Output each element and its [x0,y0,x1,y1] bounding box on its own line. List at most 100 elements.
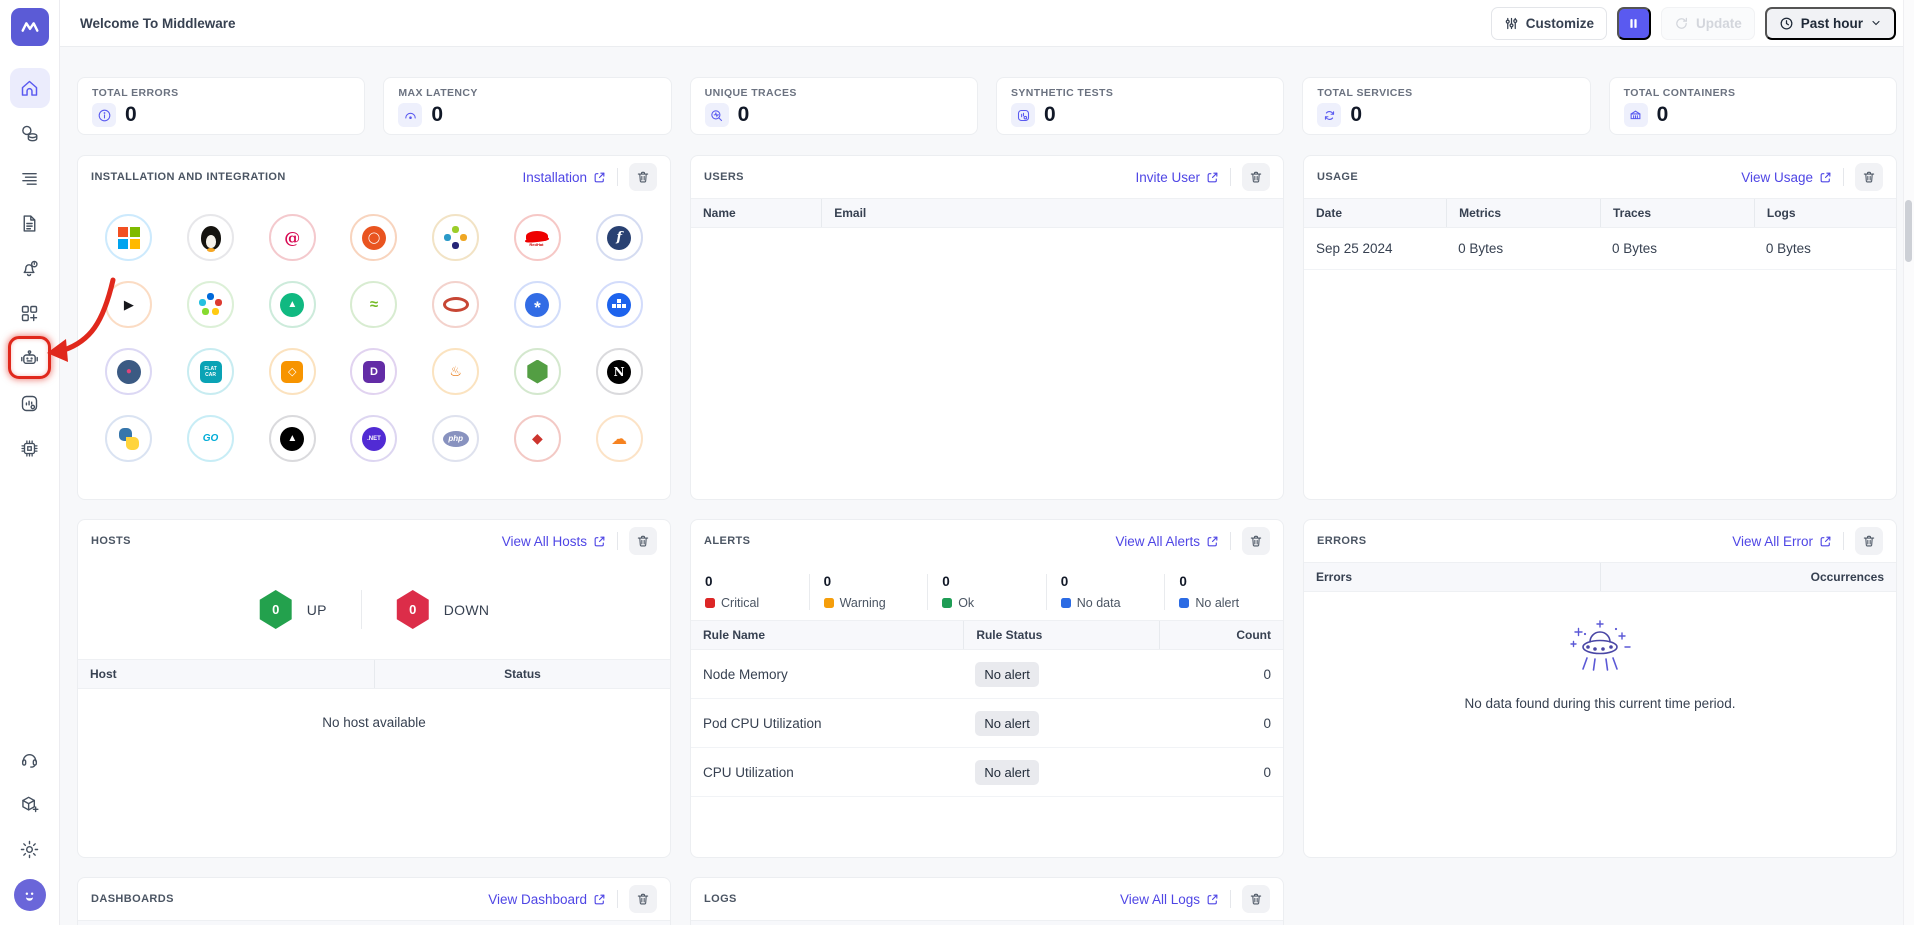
hosts-down-label: DOWN [444,602,490,618]
chevron-down-icon [1870,17,1882,29]
traces-doc-icon [19,213,40,234]
sidebar-item-sandbox-cube[interactable] [10,784,50,824]
alerts-remove-button[interactable] [1242,527,1270,555]
status-color-swatch [1061,598,1071,608]
integration-photon-os-icon[interactable]: ● [105,348,152,395]
integration-cloudflare-icon[interactable]: ☁ [596,415,643,462]
integration-php-icon[interactable]: php [432,415,479,462]
sidebar-item-infra-chip[interactable] [10,428,50,468]
alerts-col-count: Count [1159,621,1283,649]
view-dashboard-link[interactable]: View Dashboard [488,892,606,907]
users-remove-button[interactable] [1242,163,1270,191]
view-all-logs-label: View All Logs [1120,892,1200,907]
usage-table-header: DateMetricsTracesLogs [1304,198,1896,228]
middleware-logo[interactable] [11,8,49,46]
integration-ubuntu-icon[interactable]: ◯ [350,214,397,261]
integration-opensuse-icon[interactable]: ≈ [350,281,397,328]
installation-title: INSTALLATION AND INTEGRATION [91,171,286,183]
usage-title: USAGE [1317,171,1358,183]
sidebar-item-settings-gear[interactable] [10,829,50,869]
trash-icon [636,534,650,548]
time-range-dropdown[interactable]: Past hour [1765,7,1896,40]
usage-remove-button[interactable] [1855,163,1883,191]
alert-rule-row[interactable]: CPU UtilizationNo alert0 [691,748,1283,797]
view-all-errors-link[interactable]: View All Error [1732,534,1832,549]
integration-oracle-linux-icon[interactable] [432,281,479,328]
integration-nextjs-icon[interactable]: N [596,348,643,395]
integration-grid: @ ◯ RedHatf ▶ ▲ ≈ * ● FLATCAR ◇ D ♨ N GO ▲ .NET php ◆ ☁ [78,198,670,478]
sidebar-item-apm[interactable] [10,113,50,153]
divider [1230,168,1231,186]
invite-user-link[interactable]: Invite User [1135,170,1219,185]
view-usage-link[interactable]: View Usage [1741,170,1832,185]
integration-dotnet-icon[interactable]: .NET [350,415,397,462]
sidebar-item-home[interactable] [10,68,50,108]
page-title: Welcome To Middleware [80,16,236,31]
integration-python-icon[interactable] [105,415,152,462]
errors-col-errors: Errors [1304,570,1600,584]
hosts-empty-text: No host available [78,689,670,730]
usage-col-traces: Traces [1600,199,1754,227]
gauge-icon [398,103,422,127]
integration-almalinux-icon[interactable] [187,281,234,328]
users-col-name: Name [691,206,821,220]
integration-docker-icon[interactable] [596,281,643,328]
errors-remove-button[interactable] [1855,527,1883,555]
page-scrollbar[interactable] [1903,0,1914,925]
integration-linux-tux-icon[interactable] [187,214,234,261]
sidebar-item-traces-doc[interactable] [10,203,50,243]
sidebar [0,0,60,925]
sidebar-item-support-headset[interactable] [10,739,50,779]
page-scrollbar-thumb[interactable] [1905,200,1912,262]
integration-datadog-icon[interactable]: D [350,348,397,395]
view-all-errors-label: View All Error [1732,534,1813,549]
integration-java-icon[interactable]: ♨ [432,348,479,395]
view-all-alerts-link[interactable]: View All Alerts [1115,534,1219,549]
integration-flatcar-icon[interactable]: FLATCAR [187,348,234,395]
integration-debian-icon[interactable]: @ [269,214,316,261]
integration-ruby-icon[interactable]: ◆ [514,415,561,462]
integration-golang-icon[interactable]: GO [187,415,234,462]
user-avatar[interactable] [10,875,50,915]
installation-link[interactable]: Installation [522,170,606,185]
dashboards-remove-button[interactable] [629,885,657,913]
integration-rocky-linux-icon[interactable]: ▲ [269,281,316,328]
integration-redhat-icon[interactable]: RedHat [514,214,561,261]
integration-vercel-icon[interactable]: ▲ [269,415,316,462]
logs-remove-button[interactable] [1242,885,1270,913]
alert-rule-row[interactable]: Node MemoryNo alert0 [691,650,1283,699]
sidebar-item-dashboard-builder[interactable] [10,293,50,333]
alerts-bell-icon [19,258,40,279]
sidebar-item-ai-bot[interactable] [10,338,50,378]
pause-button[interactable] [1617,7,1651,40]
integration-nodejs-icon[interactable] [514,348,561,395]
integration-windows-icon[interactable] [105,214,152,261]
trash-icon [1249,892,1263,906]
view-usage-label: View Usage [1741,170,1813,185]
integration-centos-icon[interactable] [432,214,479,261]
ufo-empty-state-icon [1561,620,1639,682]
usage-table-body: Sep 25 20240 Bytes0 Bytes0 Bytes [1304,228,1896,270]
view-all-hosts-label: View All Hosts [502,534,587,549]
integration-fedora-icon[interactable]: f [596,214,643,261]
integration-falcon-bird-os-icon[interactable]: ▶ [105,281,152,328]
sidebar-item-rum-session[interactable] [10,383,50,423]
view-all-hosts-link[interactable]: View All Hosts [502,534,606,549]
customize-button[interactable]: Customize [1491,7,1607,40]
view-all-logs-link[interactable]: View All Logs [1120,892,1219,907]
alert-status-count: 0 [942,574,1032,589]
divider [1230,532,1231,550]
alert-rule-row[interactable]: Pod CPU UtilizationNo alert0 [691,699,1283,748]
support-headset-icon [19,749,40,770]
hosts-remove-button[interactable] [629,527,657,555]
update-button[interactable]: Update [1661,7,1755,40]
trash-icon [1249,534,1263,548]
installation-remove-button[interactable] [629,163,657,191]
integration-kubernetes-icon[interactable]: * [514,281,561,328]
integration-amazon-ecs-icon[interactable]: ◇ [269,348,316,395]
stat-value: 0 [1657,103,1669,127]
sidebar-item-logs[interactable] [10,158,50,198]
hosts-title: HOSTS [91,535,131,547]
sidebar-item-alerts-bell[interactable] [10,248,50,288]
alert-status-label: No data [1077,596,1121,610]
